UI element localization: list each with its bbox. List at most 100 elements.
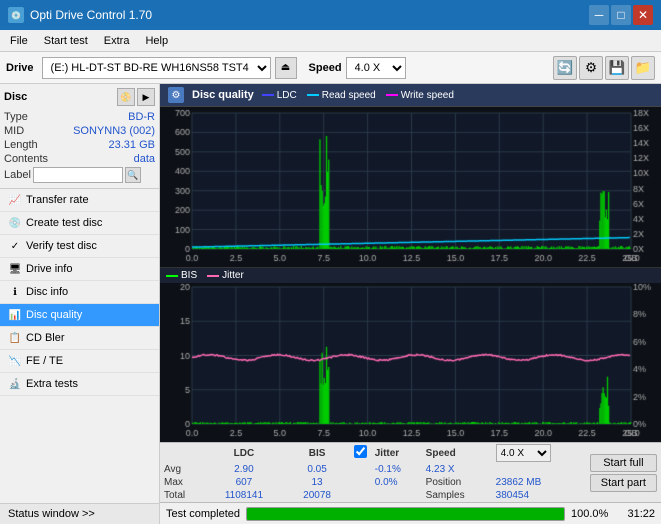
total-bis: 20078 — [284, 489, 349, 502]
title-bar-controls: ─ □ ✕ — [589, 5, 653, 25]
legend-read-speed: Read speed — [307, 90, 376, 101]
bis-dot — [166, 275, 178, 277]
disc-length-row: Length 23.31 GB — [4, 138, 155, 152]
disc-label-input[interactable] — [33, 167, 123, 183]
nav-extra-tests[interactable]: 🔬 Extra tests — [0, 373, 159, 396]
nav-disc-info[interactable]: ℹ Disc info — [0, 281, 159, 304]
stats-header-empty — [160, 443, 203, 463]
max-label: Max — [160, 476, 203, 489]
status-window-button[interactable]: Status window >> — [0, 503, 159, 524]
position-label: Position — [422, 476, 492, 489]
disc-label-row: Label 🔍 — [4, 166, 155, 184]
save-button[interactable]: 💾 — [605, 56, 629, 80]
stats-avg-row: Avg 2.90 0.05 -0.1% 4.23 X — [160, 463, 586, 476]
disc-mid-row: MID SONYNN3 (002) — [4, 124, 155, 138]
nav-create-test-disc-label: Create test disc — [26, 217, 102, 229]
charts-wrapper: BIS Jitter — [160, 107, 661, 442]
nav-drive-info[interactable]: 🖥 Drive info — [0, 258, 159, 281]
avg-bis: 0.05 — [284, 463, 349, 476]
menu-extra[interactable]: Extra — [98, 33, 136, 49]
create-test-disc-icon: 💿 — [8, 216, 22, 230]
length-value: 23.31 GB — [109, 139, 155, 151]
avg-jitter: -0.1% — [371, 463, 422, 476]
right-panel: ⚙ Disc quality LDC Read speed Write spee… — [160, 84, 661, 524]
progress-bar-container — [246, 507, 565, 521]
menu-start-test[interactable]: Start test — [38, 33, 94, 49]
nav-cd-bler[interactable]: 📋 CD Bler — [0, 327, 159, 350]
cd-bler-icon: 📋 — [8, 331, 22, 345]
jitter-header: Jitter — [371, 443, 422, 463]
position-value: 23862 MB — [492, 476, 586, 489]
minimize-button[interactable]: ─ — [589, 5, 609, 25]
drive-toolbar: Drive (E:) HL-DT-ST BD-RE WH16NS58 TST4 … — [0, 52, 661, 84]
verify-test-disc-icon: ✓ — [8, 239, 22, 253]
disc-section: Disc 📀 ▶ Type BD-R MID SONYNN3 (002) Len… — [0, 84, 159, 189]
extra-tests-icon: 🔬 — [8, 377, 22, 391]
progress-bar-fill — [247, 508, 564, 520]
max-bis: 13 — [284, 476, 349, 489]
legend-bis: BIS — [166, 270, 197, 281]
jitter-checkbox[interactable] — [354, 445, 367, 458]
stats-row-container: LDC BIS Jitter Speed 4.0 X — [160, 443, 661, 502]
read-speed-label: Read speed — [322, 90, 376, 101]
progress-text: 100.0% — [571, 508, 611, 520]
start-part-button[interactable]: Start part — [590, 474, 657, 492]
title-bar: 💿 Opti Drive Control 1.70 ─ □ ✕ — [0, 0, 661, 30]
max-empty — [350, 476, 371, 489]
legend-ldc: LDC — [262, 90, 297, 101]
open-button[interactable]: 📁 — [631, 56, 655, 80]
nav-transfer-rate[interactable]: 📈 Transfer rate — [0, 189, 159, 212]
settings-button[interactable]: ⚙ — [579, 56, 603, 80]
disc-title: Disc — [4, 91, 27, 103]
nav-extra-tests-label: Extra tests — [26, 378, 78, 390]
nav-create-test-disc[interactable]: 💿 Create test disc — [0, 212, 159, 235]
stats-speed-select[interactable]: 4.0 X — [496, 444, 551, 462]
jitter-label: Jitter — [222, 270, 244, 281]
nav-fe-te[interactable]: 📉 FE / TE — [0, 350, 159, 373]
avg-extra — [492, 463, 586, 476]
close-button[interactable]: ✕ — [633, 5, 653, 25]
total-empty — [350, 489, 371, 502]
refresh-button[interactable]: 🔄 — [553, 56, 577, 80]
bis-header: BIS — [284, 443, 349, 463]
total-ldc: 1108141 — [203, 489, 284, 502]
disc-quality-header: ⚙ Disc quality LDC Read speed Write spee… — [160, 84, 661, 107]
disc-label-btn[interactable]: 🔍 — [125, 167, 141, 183]
disc-icon-btn-2[interactable]: ▶ — [137, 88, 155, 106]
legend: LDC Read speed Write speed — [262, 90, 454, 101]
jitter-dot — [207, 275, 219, 277]
drive-select[interactable]: (E:) HL-DT-ST BD-RE WH16NS58 TST4 — [42, 57, 271, 79]
maximize-button[interactable]: □ — [611, 5, 631, 25]
nav-disc-quality-label: Disc quality — [26, 309, 82, 321]
stats-max-row: Max 607 13 0.0% Position 23862 MB — [160, 476, 586, 489]
write-speed-dot — [386, 94, 398, 96]
nav-verify-test-disc[interactable]: ✓ Verify test disc — [0, 235, 159, 258]
nav-disc-info-label: Disc info — [26, 286, 68, 298]
start-full-button[interactable]: Start full — [590, 454, 657, 472]
disc-info-icon: ℹ — [8, 285, 22, 299]
nav-disc-quality[interactable]: 📊 Disc quality — [0, 304, 159, 327]
bis-legend: BIS Jitter — [160, 268, 661, 283]
type-label: Type — [4, 111, 28, 123]
menu-help[interactable]: Help — [139, 33, 174, 49]
menu-bar: File Start test Extra Help — [0, 30, 661, 52]
mid-label: MID — [4, 125, 24, 137]
time-text: 31:22 — [617, 508, 655, 520]
bis-canvas — [160, 283, 661, 442]
read-speed-dot — [307, 94, 319, 96]
toolbar-icons: 🔄 ⚙ 💾 📁 — [553, 56, 655, 80]
mid-value: SONYNN3 (002) — [73, 125, 155, 137]
drive-label: Drive — [6, 62, 34, 74]
eject-button[interactable]: ⏏ — [275, 57, 297, 79]
disc-icon-btn-1[interactable]: 📀 — [117, 88, 135, 106]
disc-quality-icon: 📊 — [8, 308, 22, 322]
menu-file[interactable]: File — [4, 33, 34, 49]
transfer-rate-icon: 📈 — [8, 193, 22, 207]
total-label: Total — [160, 489, 203, 502]
contents-value: data — [134, 153, 155, 165]
main-content: Disc 📀 ▶ Type BD-R MID SONYNN3 (002) Len… — [0, 84, 661, 524]
contents-label: Contents — [4, 153, 48, 165]
title-bar-left: 💿 Opti Drive Control 1.70 — [8, 7, 152, 23]
speed-select[interactable]: 4.0 X — [346, 57, 406, 79]
disc-icons: 📀 ▶ — [117, 88, 155, 106]
